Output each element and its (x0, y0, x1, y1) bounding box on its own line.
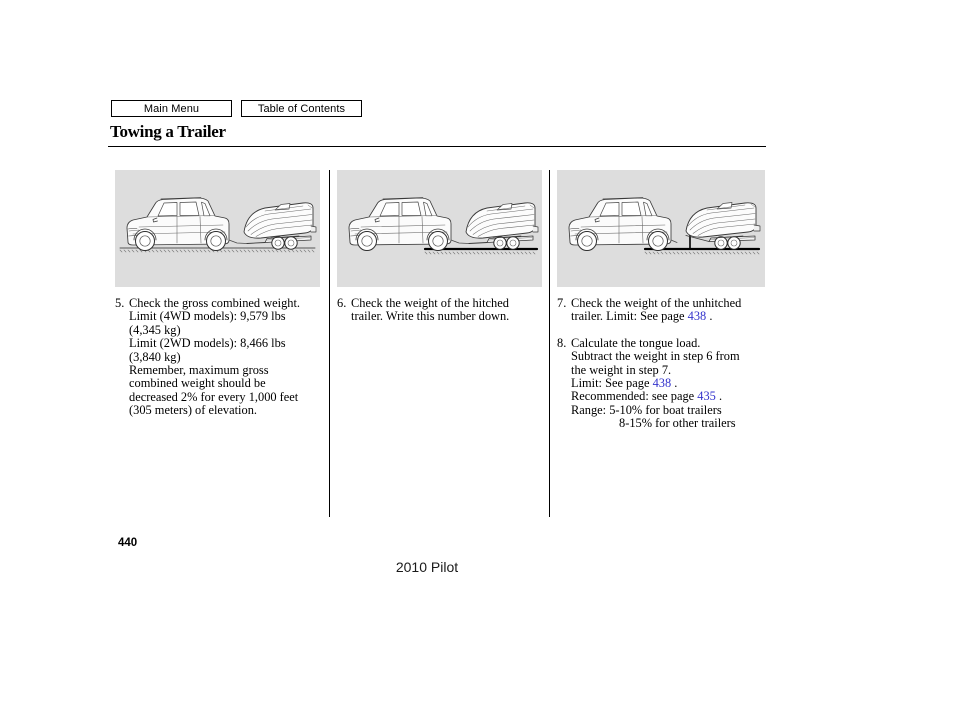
footer-model-name: 2010 Pilot (395, 559, 459, 575)
steps-column-1: 5. Check the gross combined weight. Limi… (115, 296, 320, 418)
step-8-limit-prefix: Limit: See page (571, 376, 653, 391)
page-number: 440 (118, 537, 138, 549)
step-5-line-4: Limit (2WD models): 8,466 lbs (129, 336, 286, 351)
main-menu-button[interactable]: Main Menu (111, 100, 232, 117)
title-divider-rule (108, 146, 766, 147)
step-8-recommended-suffix: . (715, 389, 723, 404)
step-6-line-2: trailer. Write this number down. (351, 309, 510, 324)
step-5-line-7: combined weight should be (129, 376, 266, 391)
step-8-line-4: Limit: See page 438 . (571, 376, 765, 391)
page-link-438-step8[interactable]: 438 (653, 376, 672, 390)
step-5-line-8: decreased 2% for every 1,000 feet (129, 389, 299, 404)
steps-column-3: 7. Check the weight of the unhitched tra… (557, 296, 765, 431)
step-8-line-1: Calculate the tongue load. (571, 335, 701, 350)
step-5: 5. Check the gross combined weight. Limi… (115, 296, 320, 418)
page-title: Towing a Trailer (110, 122, 226, 141)
step-8: 8. Calculate the tongue load. Subtract t… (557, 335, 765, 431)
step-5-line-5: (3,840 kg) (129, 349, 181, 364)
figure-suv-towing-boat-trailer-on-scale-hitched (337, 170, 542, 287)
step-5-line-3: (4,345 kg) (129, 322, 181, 337)
column-divider-1 (329, 170, 330, 517)
step-6-number: 6. (337, 296, 347, 310)
step-7-limit-suffix: . (706, 309, 713, 324)
step-8-line-7: 8-15% for other trailers (619, 416, 736, 431)
step-7-number: 7. (557, 296, 567, 310)
page-link-438-step7[interactable]: 438 (688, 309, 707, 323)
column-1: 5. Check the gross combined weight. Limi… (115, 170, 320, 418)
step-8-line-6: Range: 5-10% for boat trailers (571, 402, 722, 417)
step-5-number: 5. (115, 296, 125, 310)
step-5-line-2: Limit (4WD models): 9,579 lbs (129, 309, 286, 324)
step-6-line-1: Check the weight of the hitched (351, 296, 509, 310)
step-8-line-3: the weight in step 7. (571, 362, 672, 377)
step-8-line-2: Subtract the weight in step 6 from (571, 349, 740, 364)
step-8-line-5: Recommended: see page 435 . (571, 390, 765, 403)
figure-suv-towing-boat-trailer-hitched-on-road (115, 170, 320, 287)
figure-boat-trailer-unhitched-on-scale (557, 170, 765, 287)
navigation-button-bar: Main Menu Table of Contents (111, 100, 362, 117)
step-5-line-9: (305 meters) of elevation. (129, 403, 257, 418)
step-8-limit-suffix: . (671, 376, 678, 391)
steps-column-2: 6. Check the weight of the hitched trail… (337, 296, 542, 324)
step-7-line-1: Check the weight of the unhitched (571, 296, 742, 310)
step-8-number: 8. (557, 335, 567, 350)
column-divider-2 (549, 170, 550, 517)
step-5-line-6: Remember, maximum gross (129, 363, 269, 378)
step-7-limit-prefix: trailer. Limit: See page (571, 309, 688, 324)
step-7-line-2: trailer. Limit: See page 438 . (571, 310, 765, 323)
column-2: 6. Check the weight of the hitched trail… (337, 170, 542, 324)
page-link-435-step8[interactable]: 435 (697, 389, 716, 403)
step-6: 6. Check the weight of the hitched trail… (337, 296, 542, 324)
step-5-line-1: Check the gross combined weight. (129, 296, 301, 310)
step-8-recommended-prefix: Recommended: see page (571, 389, 698, 404)
table-of-contents-button[interactable]: Table of Contents (241, 100, 362, 117)
step-7: 7. Check the weight of the unhitched tra… (557, 296, 765, 324)
column-3: 7. Check the weight of the unhitched tra… (557, 170, 765, 431)
